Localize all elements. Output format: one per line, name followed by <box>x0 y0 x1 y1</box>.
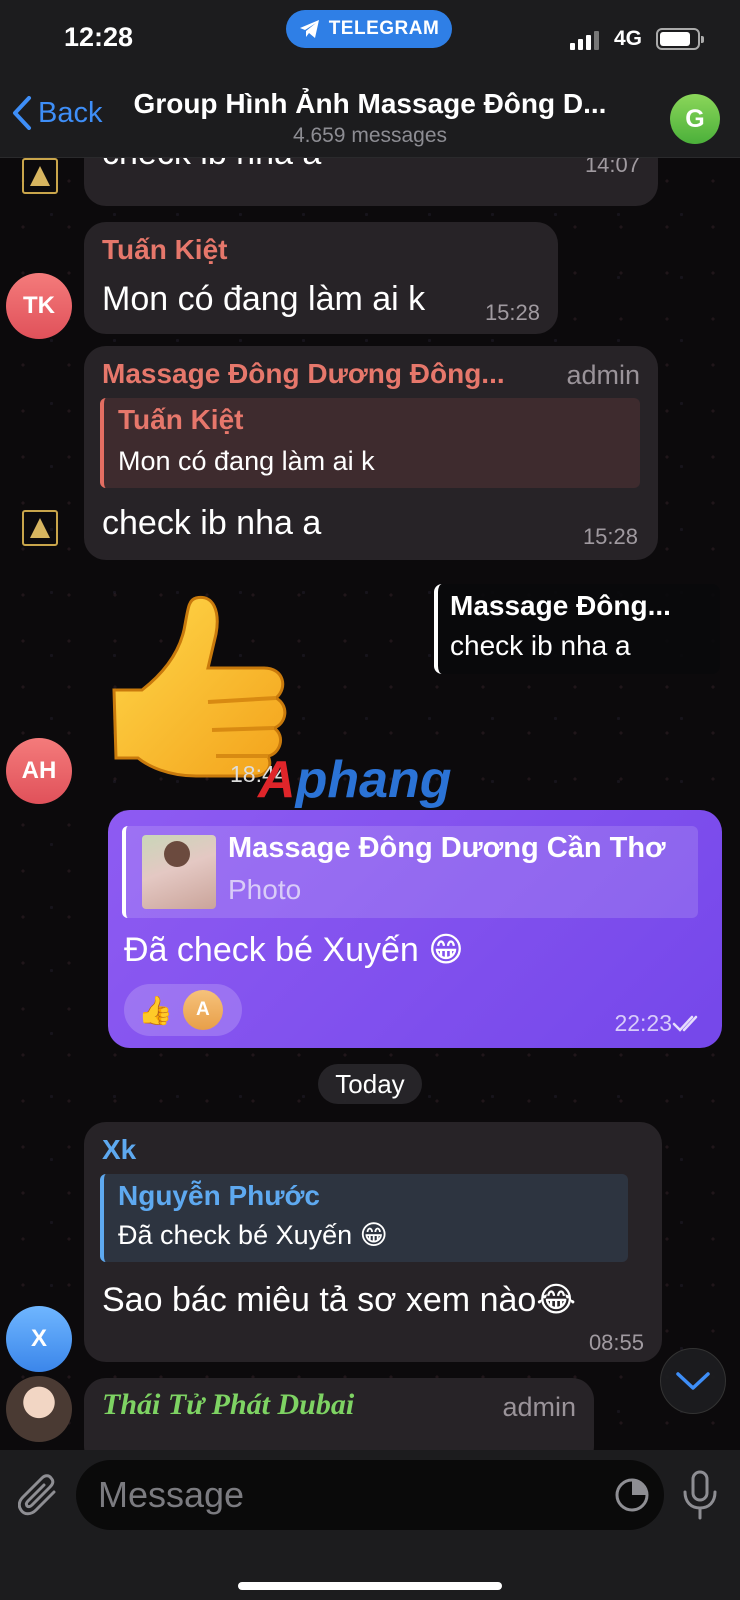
home-indicator[interactable] <box>238 1582 502 1590</box>
date-separator: Today <box>318 1064 422 1104</box>
admin-badge: admin <box>566 360 640 390</box>
sender-name[interactable]: Xk <box>102 1134 136 1166</box>
status-bar: 12:28 TELEGRAM 4G <box>0 0 740 80</box>
telegram-return-pill[interactable]: TELEGRAM <box>286 10 452 48</box>
reply-sender: Massage Đông... <box>450 590 671 621</box>
message-text: check ib nha a <box>102 158 321 173</box>
status-time: 12:28 <box>64 22 134 52</box>
input-bar <box>0 1450 740 1600</box>
reaction-chip[interactable]: 👍 A <box>124 984 242 1036</box>
message-text: Mon có đang làm ai k <box>102 280 426 318</box>
sender-name[interactable]: Thái Tử Phát Dubai <box>102 1388 354 1422</box>
thumbs-up-icon: 👍 <box>138 994 173 1026</box>
avatar[interactable] <box>6 1376 72 1442</box>
avatar[interactable]: TK <box>6 273 72 339</box>
message-time: 08:55 <box>588 1330 644 1355</box>
chat-title[interactable]: Group Hình Ảnh Massage Đông D... <box>120 88 620 120</box>
avatar[interactable]: AH <box>6 738 72 804</box>
message-time: 14:07 <box>584 158 640 177</box>
telegram-icon <box>299 20 319 38</box>
sender-name[interactable]: Massage Đông Dương Đông... <box>102 358 505 390</box>
message-bubble[interactable]: Massage Đông Dương Đông... admin Tuấn Ki… <box>84 346 658 560</box>
double-check-icon <box>672 1015 698 1032</box>
reply-quote[interactable]: Tuấn Kiệt Mon có đang làm ai k <box>100 398 640 488</box>
message-time: 15:28 <box>484 300 540 325</box>
reply-sender: Tuấn Kiệt <box>118 404 244 435</box>
reply-photo-thumbnail <box>142 835 216 909</box>
message-input[interactable] <box>98 1470 578 1520</box>
watermark-logo: Aphang <box>258 751 452 809</box>
reply-sender: Massage Đông Dương Cần Thơ <box>228 832 666 864</box>
chat-header: Back Group Hình Ảnh Massage Đông D... 4.… <box>0 80 740 158</box>
channel-logo-icon <box>22 158 58 194</box>
back-button[interactable]: Back <box>12 96 102 130</box>
message-bubble[interactable]: Thái Tử Phát Dubai admin <box>84 1378 594 1450</box>
microphone-icon[interactable] <box>680 1470 720 1520</box>
message-text: check ib nha a <box>102 504 322 542</box>
chevron-down-icon <box>676 1372 710 1390</box>
app-pill-label: TELEGRAM <box>328 18 440 39</box>
message-count: 4.659 messages <box>292 124 448 147</box>
message-field[interactable] <box>76 1460 664 1530</box>
channel-logo-icon <box>22 510 58 546</box>
message-list[interactable]: check ib nha a 14:07 TK Tuấn Kiệt Mon có… <box>0 158 740 1450</box>
message-bubble[interactable]: Tuấn Kiệt Mon có đang làm ai k 15:28 <box>84 222 558 334</box>
message-text: Sao bác miêu tả sơ xem nào😂 <box>102 1281 577 1319</box>
reply-text: Mon có đang làm ai k <box>118 446 375 476</box>
paperclip-icon[interactable] <box>18 1472 62 1520</box>
reply-text: Đã check bé Xuyến 😁 <box>118 1220 388 1250</box>
message-text: Đã check bé Xuyến 😁 <box>124 931 464 969</box>
outgoing-message-bubble[interactable]: Massage Đông Dương Cần Thơ Photo Đã chec… <box>108 810 722 1048</box>
reply-text: check ib nha a <box>450 630 631 661</box>
message-bubble[interactable]: Xk Nguyễn Phước Đã check bé Xuyến 😁 Sao … <box>84 1122 662 1362</box>
reply-quote[interactable]: Massage Đông Dương Cần Thơ Photo <box>122 826 698 918</box>
chevron-left-icon <box>13 96 31 130</box>
back-label: Back <box>38 96 103 129</box>
network-type: 4G <box>614 27 643 50</box>
avatar[interactable]: X <box>6 1306 72 1372</box>
reaction-avatar: A <box>182 990 223 1030</box>
sticker-icon[interactable] <box>614 1477 650 1513</box>
reply-quote[interactable]: Massage Đông... check ib nha a <box>434 584 720 674</box>
message-time: 22:23 <box>614 1010 672 1036</box>
reply-text: Photo <box>228 874 302 905</box>
message-bubble[interactable]: check ib nha a 14:07 <box>84 158 658 206</box>
reply-quote[interactable]: Nguyễn Phước Đã check bé Xuyến 😁 <box>100 1174 628 1262</box>
reply-sender: Nguyễn Phước <box>118 1180 320 1211</box>
scroll-to-bottom-button[interactable] <box>660 1348 726 1414</box>
group-avatar[interactable]: G <box>670 94 720 144</box>
signal-icon <box>570 30 599 50</box>
message-time: 15:28 <box>582 524 638 549</box>
admin-badge: admin <box>502 1392 576 1422</box>
sender-name[interactable]: Tuấn Kiệt <box>102 234 227 266</box>
battery-icon <box>656 28 704 50</box>
